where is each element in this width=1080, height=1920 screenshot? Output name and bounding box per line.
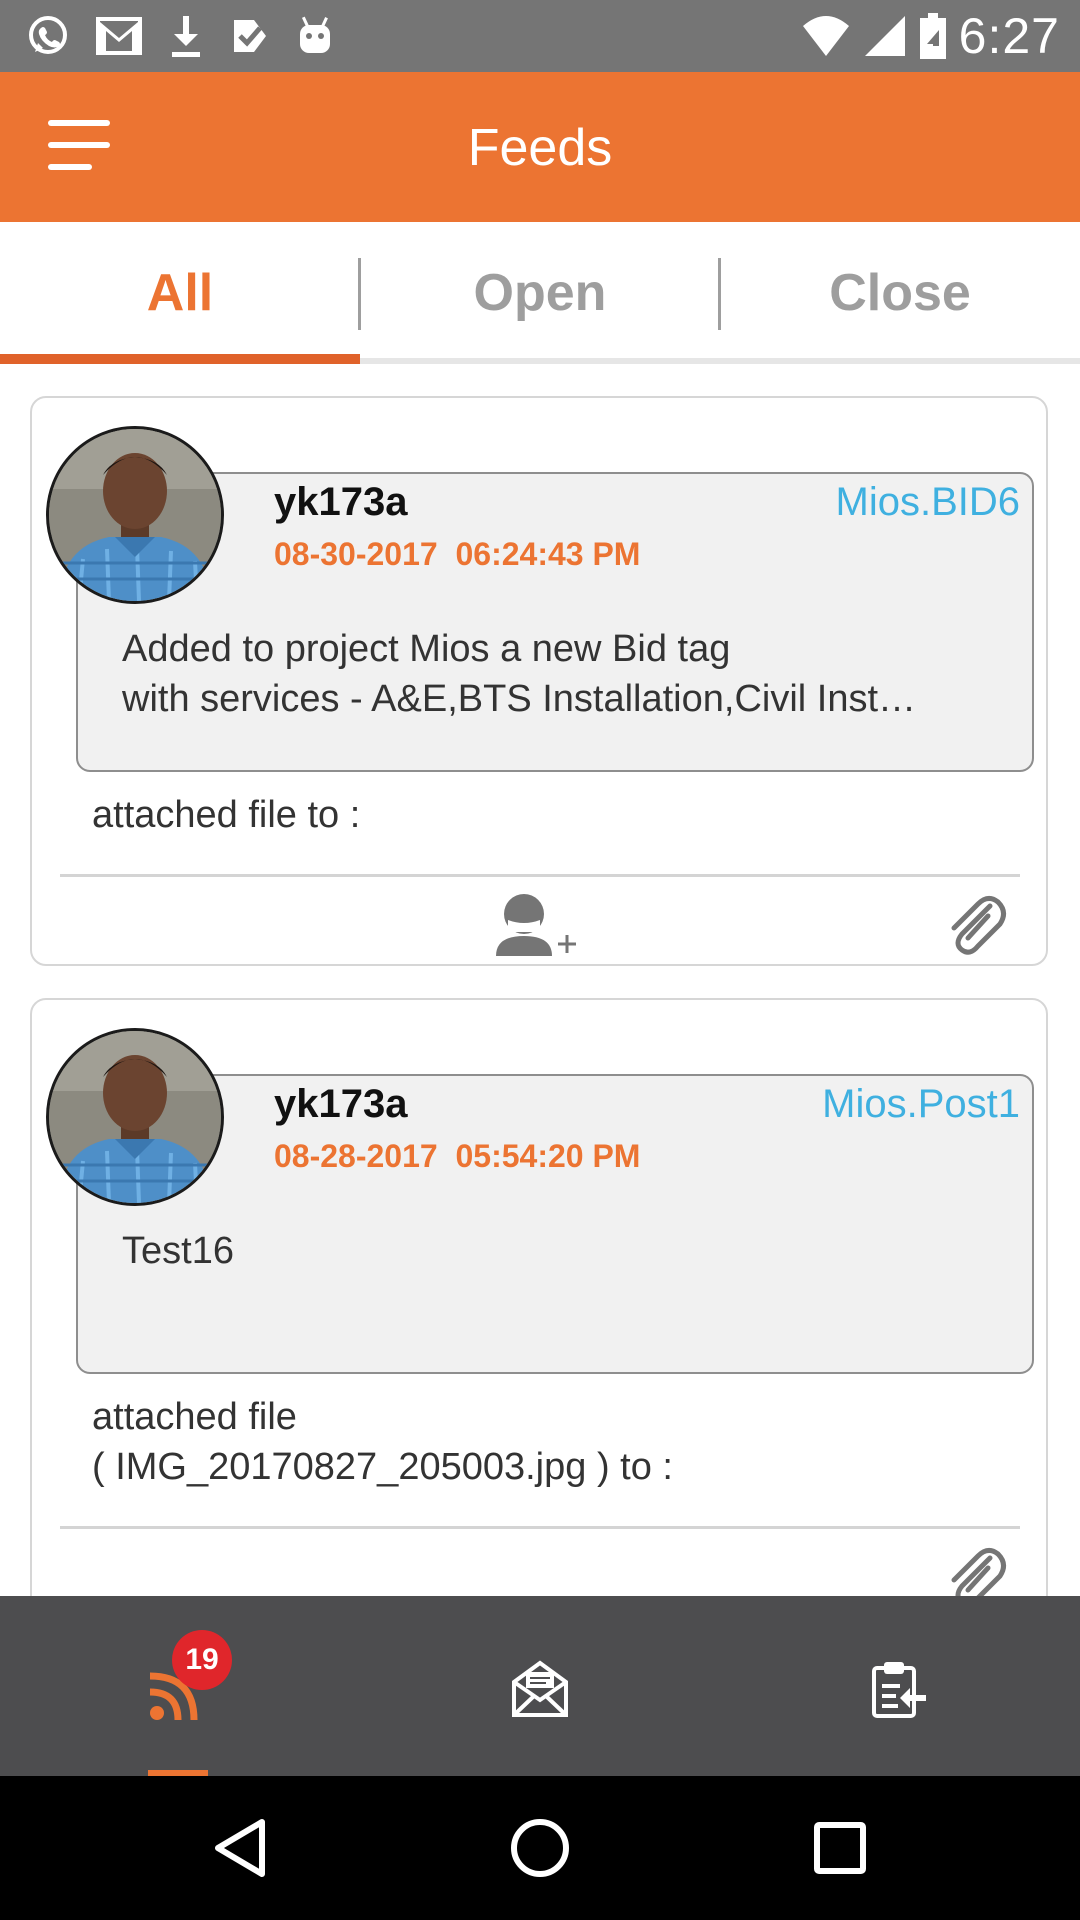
feed-list[interactable]: yk173a Mios.BID6 08-30-2017 06:24:43 PM … <box>0 364 1080 1596</box>
nav-tasks[interactable] <box>720 1596 1080 1776</box>
tab-all[interactable]: All <box>0 222 360 364</box>
notification-badge: 19 <box>172 1630 232 1690</box>
nav-feeds[interactable]: 19 <box>0 1596 360 1776</box>
home-button[interactable] <box>480 1776 600 1920</box>
back-button[interactable] <box>180 1776 300 1920</box>
paperclip-icon[interactable] <box>944 892 1008 958</box>
android-icon <box>300 16 330 53</box>
system-navigation-bar <box>0 1776 1080 1920</box>
card-divider <box>60 874 1020 877</box>
user-photo <box>49 429 221 601</box>
feed-card[interactable]: yk173a Mios.Post1 08-28-2017 05:54:20 PM… <box>30 998 1048 1596</box>
recents-button[interactable] <box>780 1776 900 1920</box>
user-photo <box>49 1031 221 1203</box>
post-message: Test16 <box>122 1230 234 1272</box>
tab-close[interactable]: Close <box>720 222 1080 364</box>
clock: 6:27 <box>958 8 1060 64</box>
card-divider <box>60 1526 1020 1529</box>
attachment-text: attached file ( IMG_20170827_205003.jpg … <box>92 1396 673 1488</box>
post-date: 08-28-2017 <box>274 1138 438 1174</box>
post-time: 06:24:43 PM <box>455 536 641 572</box>
feed-card[interactable]: yk173a Mios.BID6 08-30-2017 06:24:43 PM … <box>30 396 1048 966</box>
tab-indicator <box>0 354 360 364</box>
task-check-icon <box>234 20 266 52</box>
home-icon <box>511 1819 569 1877</box>
back-icon <box>215 1819 265 1877</box>
add-user-icon[interactable] <box>494 892 580 958</box>
post-tag-link[interactable]: Mios.BID6 <box>836 480 1021 525</box>
whatsapp-icon <box>29 16 67 54</box>
paperclip-icon[interactable] <box>944 1544 1008 1596</box>
attachment-text: attached file to : <box>92 794 361 836</box>
nav-messages[interactable] <box>360 1596 720 1776</box>
notification-icons <box>26 10 334 62</box>
gmail-icon <box>96 17 142 55</box>
feed-tabs: All Open Close <box>0 222 1080 364</box>
post-timestamp: 08-28-2017 05:54:20 PM <box>274 1138 640 1175</box>
post-time: 05:54:20 PM <box>455 1138 641 1174</box>
post-date: 08-30-2017 <box>274 536 438 572</box>
cell-signal-icon <box>864 16 905 56</box>
wifi-icon <box>802 16 849 56</box>
tab-open[interactable]: Open <box>360 222 720 364</box>
battery-icon <box>919 13 946 59</box>
post-message: Added to project Mios a new Bid tag with… <box>122 628 917 720</box>
status-bar: 6:27 <box>0 0 1080 72</box>
clipboard-import-icon <box>872 1662 926 1718</box>
download-icon <box>172 16 200 57</box>
avatar[interactable] <box>46 1028 224 1206</box>
system-status: 6:27 <box>801 8 1060 64</box>
recents-icon <box>814 1822 866 1874</box>
post-tag-link[interactable]: Mios.Post1 <box>822 1082 1020 1127</box>
app-bar: Feeds <box>0 72 1080 222</box>
bottom-navigation: 19 <box>0 1596 1080 1776</box>
post-username[interactable]: yk173a <box>274 480 407 525</box>
post-username[interactable]: yk173a <box>274 1082 407 1127</box>
page-title: Feeds <box>467 119 613 177</box>
post-timestamp: 08-30-2017 06:24:43 PM <box>274 536 640 573</box>
mail-open-icon <box>512 1660 568 1717</box>
avatar[interactable] <box>46 426 224 604</box>
